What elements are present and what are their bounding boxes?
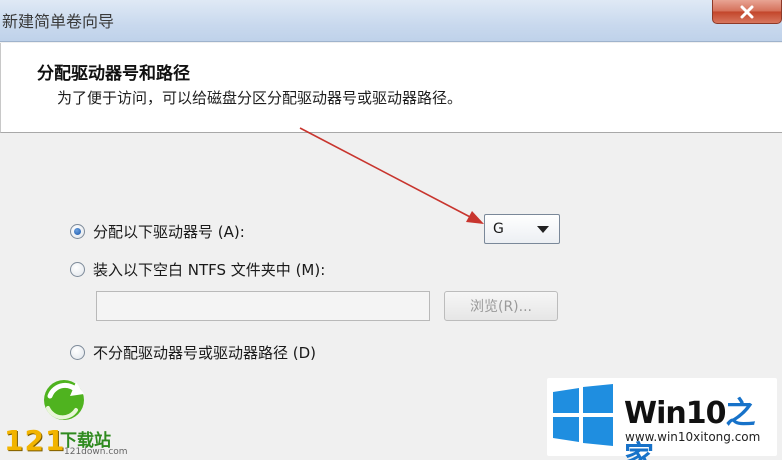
radio-no-assign-label: 不分配驱动器号或驱动器路径 (D) — [93, 344, 317, 362]
radio-assign-letter[interactable]: 分配以下驱动器号 (A): — [70, 221, 245, 242]
radio-no-assign-button[interactable] — [70, 345, 85, 360]
drive-letter-select[interactable]: G — [484, 214, 560, 244]
radio-assign-letter-button[interactable] — [70, 224, 85, 239]
close-icon — [740, 5, 754, 18]
radio-mount-folder[interactable]: 装入以下空白 NTFS 文件夹中 (M): — [70, 259, 325, 280]
title-bar: 新建简单卷向导 — [0, 0, 782, 42]
window-title: 新建简单卷向导 — [2, 12, 115, 31]
radio-no-assign[interactable]: 不分配驱动器号或驱动器路径 (D) — [70, 342, 316, 363]
folder-path-input[interactable] — [96, 291, 430, 321]
drive-letter-value: G — [493, 221, 504, 237]
browse-button[interactable]: 浏览(R)... — [444, 291, 558, 321]
chevron-down-icon — [537, 226, 549, 233]
page-title: 分配驱动器号和路径 — [37, 64, 190, 84]
download-site-url: 121down.com — [64, 447, 128, 457]
wizard-header: 分配驱动器号和路径 为了便于访问，可以给磁盘分区分配驱动器号或驱动器路径。 — [0, 43, 782, 133]
radio-mount-folder-label: 装入以下空白 NTFS 文件夹中 (M): — [93, 261, 326, 279]
radio-mount-folder-button[interactable] — [70, 262, 85, 277]
download-site-number: 121 — [4, 424, 66, 457]
radio-assign-letter-label: 分配以下驱动器号 (A): — [93, 223, 245, 241]
close-button[interactable] — [712, 0, 782, 24]
windows-logo-icon — [553, 384, 613, 446]
win10-brand-text: Win10 — [624, 396, 726, 431]
win10-url: www.win10xitong.com — [625, 430, 761, 444]
page-subtitle: 为了便于访问，可以给磁盘分区分配驱动器号或驱动器路径。 — [57, 89, 463, 107]
win10-brand: Win10之家 — [624, 388, 782, 460]
